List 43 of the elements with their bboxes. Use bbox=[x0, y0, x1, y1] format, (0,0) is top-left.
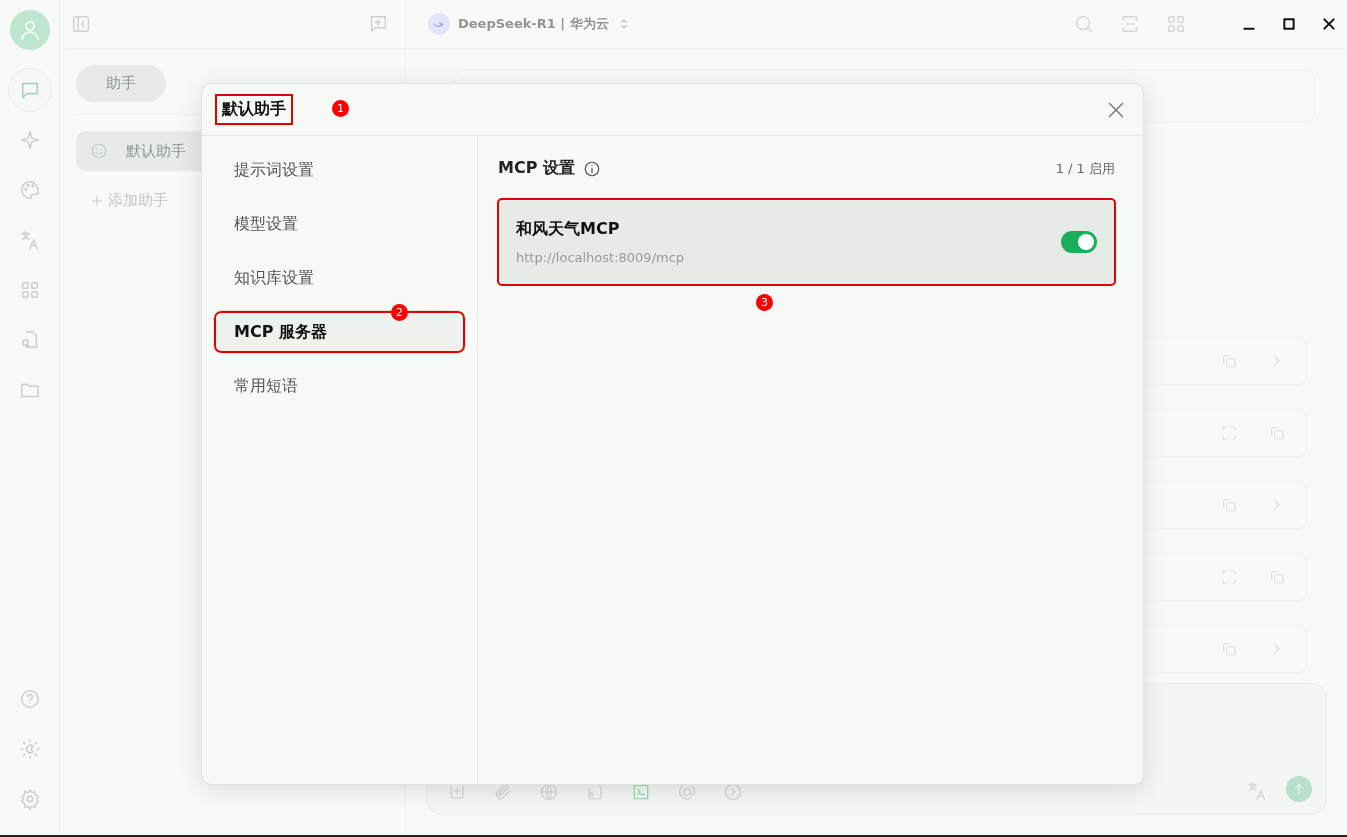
translate-icon[interactable] bbox=[1246, 780, 1268, 802]
callout-badge: 3 bbox=[756, 294, 773, 311]
enabled-count: 1 / 1 启用 bbox=[1055, 159, 1115, 178]
maximize-icon[interactable] bbox=[1281, 16, 1297, 32]
toggle-switch[interactable] bbox=[1061, 231, 1097, 253]
section-title: MCP 设置 bbox=[498, 158, 575, 179]
palette-icon bbox=[18, 179, 41, 201]
arrow-circle-icon[interactable] bbox=[723, 782, 743, 802]
help-icon[interactable] bbox=[18, 688, 41, 710]
close-icon[interactable] bbox=[1321, 16, 1337, 32]
terminal-icon[interactable] bbox=[631, 782, 651, 802]
callout-badge: 1 bbox=[332, 100, 349, 117]
copy-icon[interactable] bbox=[1268, 568, 1286, 586]
arrow-up-icon bbox=[1292, 782, 1306, 796]
sparkle-icon bbox=[18, 129, 41, 151]
new-chat-icon[interactable] bbox=[367, 13, 389, 35]
copy-icon[interactable] bbox=[1220, 352, 1238, 370]
user-avatar[interactable] bbox=[9, 10, 50, 50]
grid-icon[interactable] bbox=[1165, 13, 1187, 35]
settings-nav-item[interactable]: 模型设置 bbox=[213, 202, 466, 246]
settings-nav-item[interactable]: 知识库设置 bbox=[213, 256, 466, 300]
sidebar-toggle-icon[interactable] bbox=[70, 13, 92, 35]
rail-button[interactable] bbox=[7, 68, 52, 112]
plus-icon bbox=[90, 193, 104, 208]
globe-icon[interactable] bbox=[539, 782, 559, 802]
settings-nav-item[interactable]: 提示词设置 bbox=[213, 148, 466, 192]
search-icon[interactable] bbox=[1073, 13, 1095, 35]
brightness-icon[interactable] bbox=[18, 738, 41, 760]
copy-icon[interactable] bbox=[1220, 496, 1238, 514]
info-icon[interactable] bbox=[582, 159, 601, 178]
settings-icon[interactable] bbox=[18, 788, 41, 810]
copy-icon[interactable] bbox=[1220, 640, 1238, 658]
dialog-title: 默认助手 bbox=[216, 95, 292, 124]
server-url: http://localhost:8009/mcp bbox=[516, 250, 686, 265]
settings-nav-item[interactable]: 常用短语 bbox=[213, 364, 466, 408]
server-name: 和风天气MCP bbox=[516, 219, 621, 240]
callout-badge: 2 bbox=[391, 304, 408, 321]
copy-icon[interactable] bbox=[1268, 424, 1286, 442]
paperclip-icon[interactable] bbox=[493, 782, 513, 802]
translate-icon bbox=[18, 229, 41, 251]
at-sign-icon[interactable] bbox=[677, 782, 697, 802]
send-button[interactable] bbox=[1286, 776, 1312, 802]
smiley-icon bbox=[90, 142, 108, 160]
